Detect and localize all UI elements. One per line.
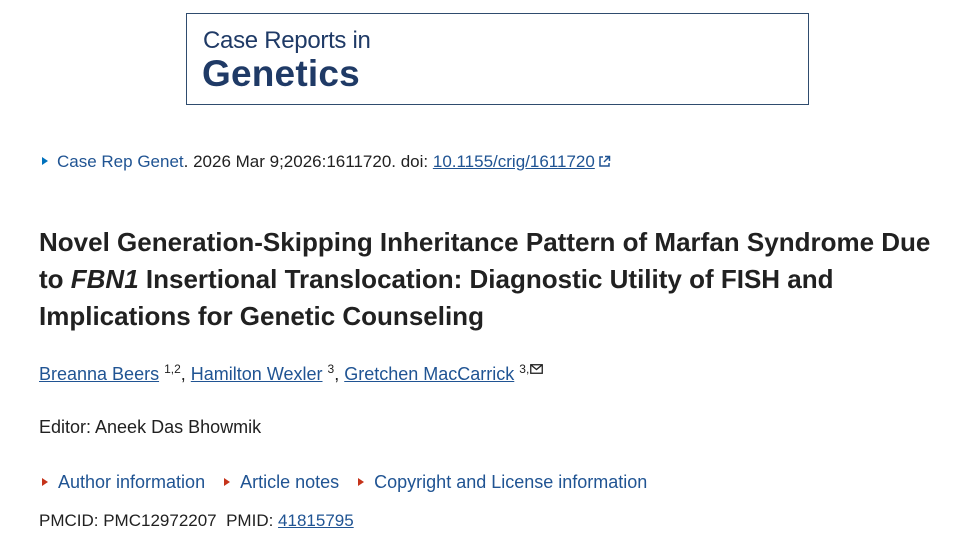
pmid-label: PMID: xyxy=(226,511,279,530)
journal-banner[interactable]: Case Reports in Genetics xyxy=(186,13,809,105)
pmid-link[interactable]: 41815795 xyxy=(278,511,354,530)
pmcid: PMCID: PMC12972207 xyxy=(39,511,217,530)
expand-triangle-icon xyxy=(42,478,48,486)
article-notes-toggle[interactable]: Article notes xyxy=(224,472,339,492)
copyright-link[interactable]: Copyright and License information xyxy=(374,472,647,492)
author-affiliation[interactable]: 3 xyxy=(328,362,335,376)
article-title: Novel Generation-Skipping Inheritance Pa… xyxy=(39,224,944,335)
author-affiliation[interactable]: 3, xyxy=(519,362,529,376)
journal-name-line2: Genetics xyxy=(202,53,360,94)
journal-name-line1: Case Reports in xyxy=(203,27,371,54)
expand-triangle-icon[interactable] xyxy=(42,157,48,165)
title-gene: FBN1 xyxy=(70,264,139,294)
article-notes-link[interactable]: Article notes xyxy=(240,472,339,492)
doi-link[interactable]: 10.1155/crig/1611720 xyxy=(433,152,595,171)
journal-abbrev-link[interactable]: Case Rep Genet xyxy=(57,152,184,171)
title-part-2: Insertional Translocation: Diagnostic Ut… xyxy=(39,264,834,331)
author-link[interactable]: Hamilton Wexler xyxy=(191,364,323,384)
copyright-toggle[interactable]: Copyright and License information xyxy=(358,472,647,492)
editor-line: Editor: Aneek Das Bhowmik xyxy=(39,417,262,437)
expand-triangle-icon xyxy=(224,478,231,486)
external-link-icon[interactable] xyxy=(598,153,611,173)
author-information-link[interactable]: Author information xyxy=(58,472,205,492)
identifiers-line: PMCID: PMC12972207 PMID: 41815795 xyxy=(39,511,354,531)
author-list: Breanna Beers 1,2, Hamilton Wexler 3, Gr… xyxy=(39,358,544,385)
envelope-icon[interactable] xyxy=(530,358,544,379)
author-link[interactable]: Breanna Beers xyxy=(39,364,159,384)
author-affiliation[interactable]: 1,2 xyxy=(164,362,181,376)
author-information-toggle[interactable]: Author information xyxy=(42,472,205,492)
article-info-links: Author information Article notes Copyrig… xyxy=(42,472,661,493)
citation-line: Case Rep Genet. 2026 Mar 9;2026:1611720.… xyxy=(42,152,611,173)
expand-triangle-icon xyxy=(358,478,365,486)
citation-details: . 2026 Mar 9;2026:1611720. doi: xyxy=(183,152,433,171)
author-link[interactable]: Gretchen MacCarrick xyxy=(344,364,514,384)
